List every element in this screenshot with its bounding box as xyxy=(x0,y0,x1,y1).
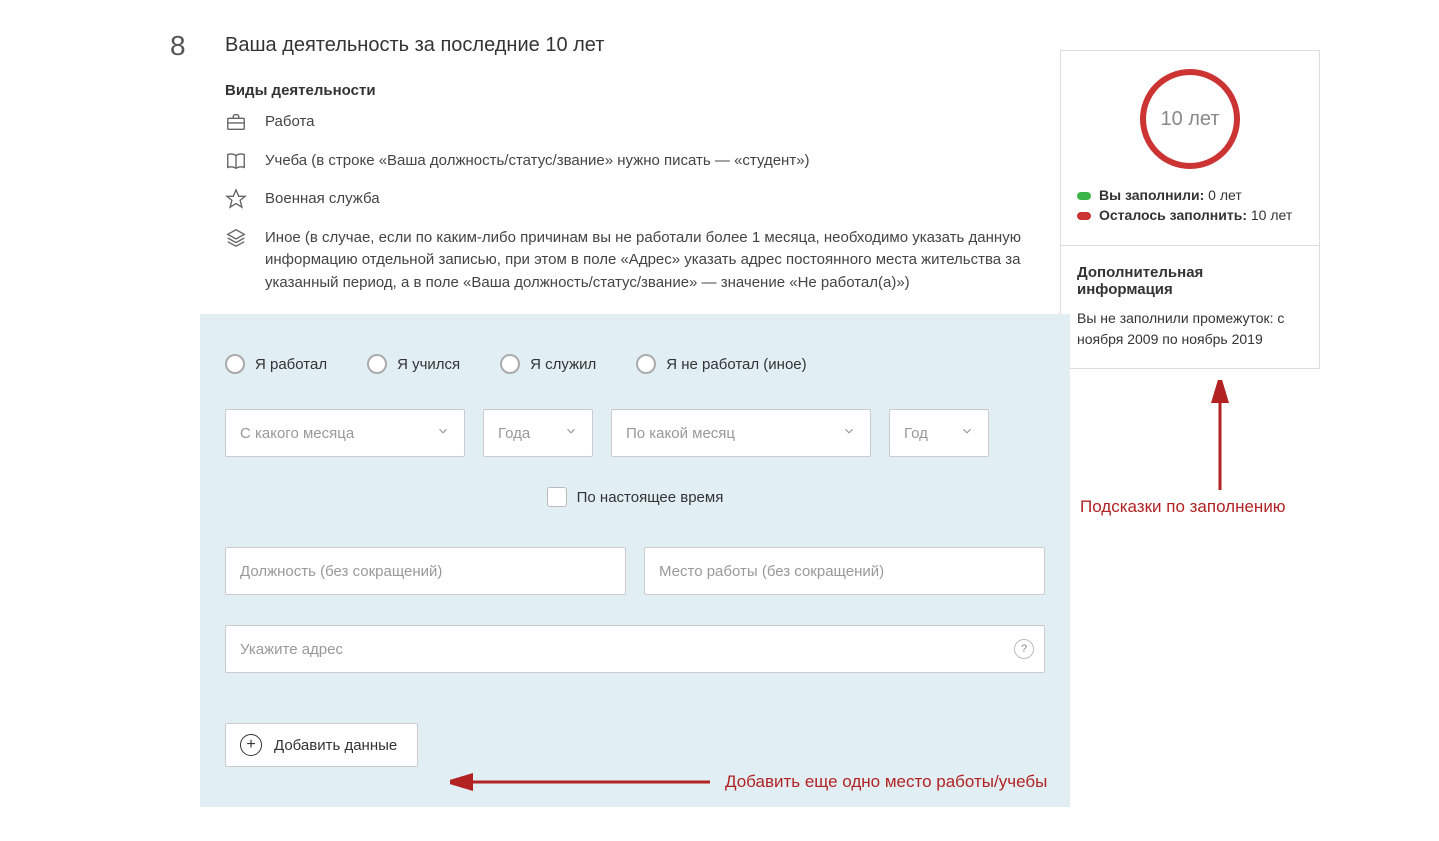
info-card: Дополнительная информация Вы не заполнил… xyxy=(1060,246,1320,369)
type-study: Учеба (в строке «Ваша должность/статус/з… xyxy=(225,150,1040,173)
subtitle: Виды деятельности xyxy=(225,82,1040,99)
filled-stat: Вы заполнили: 0 лет xyxy=(1077,187,1303,203)
section-number: 8 xyxy=(170,30,195,62)
arrow-left-icon xyxy=(450,772,710,792)
position-input[interactable]: Должность (без сокращений) xyxy=(225,547,626,595)
radio-circle-icon xyxy=(500,354,520,374)
remain-label: Осталось заполнить: xyxy=(1099,207,1247,223)
type-other: Иное (в случае, если по каким-либо причи… xyxy=(225,227,1040,295)
info-title: Дополнительная информация xyxy=(1077,264,1303,298)
to-year-select[interactable]: Год xyxy=(889,409,989,457)
add-button[interactable]: + Добавить данные xyxy=(225,723,418,767)
type-other-text: Иное (в случае, если по каким-либо причи… xyxy=(265,227,1040,295)
layers-icon xyxy=(225,227,247,249)
to-year-placeholder: Год xyxy=(904,425,928,442)
type-study-text: Учеба (в строке «Ваша должность/статус/з… xyxy=(265,150,810,173)
dot-green-icon xyxy=(1077,192,1091,200)
arrow-up-icon xyxy=(1210,380,1230,490)
radio-served[interactable]: Я служил xyxy=(500,354,596,374)
from-month-placeholder: С какого месяца xyxy=(240,425,354,442)
radio-served-label: Я служил xyxy=(530,356,596,373)
workplace-placeholder: Место работы (без сокращений) xyxy=(659,563,884,580)
workplace-input[interactable]: Место работы (без сокращений) xyxy=(644,547,1045,595)
star-icon xyxy=(225,188,247,210)
from-year-placeholder: Года xyxy=(498,425,530,442)
from-year-select[interactable]: Года xyxy=(483,409,593,457)
position-placeholder: Должность (без сокращений) xyxy=(240,563,442,580)
radio-studied-label: Я учился xyxy=(397,356,460,373)
date-range-row: С какого месяца Года По какой месяц Год xyxy=(225,409,1045,457)
to-month-select[interactable]: По какой месяц xyxy=(611,409,871,457)
info-text: Вы не заполнили промежуток: с ноября 200… xyxy=(1077,308,1303,350)
type-military-text: Военная служба xyxy=(265,188,380,211)
radio-row: Я работал Я учился Я служил Я не работал… xyxy=(225,354,1045,374)
radio-worked[interactable]: Я работал xyxy=(225,354,327,374)
dot-red-icon xyxy=(1077,212,1091,220)
checkbox-icon xyxy=(547,487,567,507)
type-work-text: Работа xyxy=(265,111,315,134)
address-row: Укажите адрес ? xyxy=(225,625,1045,673)
radio-circle-icon xyxy=(225,354,245,374)
sidebar: 10 лет Вы заполнили: 0 лет Осталось запо… xyxy=(1060,50,1320,807)
chevron-down-icon xyxy=(960,424,974,442)
section-header: 8 Ваша деятельность за последние 10 лет xyxy=(170,30,1040,62)
chevron-down-icon xyxy=(842,424,856,442)
radio-studied[interactable]: Я учился xyxy=(367,354,460,374)
plus-icon: + xyxy=(240,734,262,756)
remain-value: 10 лет xyxy=(1247,207,1292,223)
radio-none-label: Я не работал (иное) xyxy=(666,356,806,373)
remain-stat: Осталось заполнить: 10 лет xyxy=(1077,207,1303,223)
progress-circle: 10 лет xyxy=(1140,69,1240,169)
add-button-label: Добавить данные xyxy=(274,737,397,754)
help-icon[interactable]: ? xyxy=(1014,639,1034,659)
radio-worked-label: Я работал xyxy=(255,356,327,373)
type-work: Работа xyxy=(225,111,1040,134)
to-month-placeholder: По какой месяц xyxy=(626,425,735,442)
address-placeholder: Укажите адрес xyxy=(240,641,343,658)
chevron-down-icon xyxy=(564,424,578,442)
annotation-add-more: Добавить еще одно место работы/учебы xyxy=(725,772,1047,792)
book-icon xyxy=(225,150,247,172)
briefcase-icon xyxy=(225,111,247,133)
filled-value: 0 лет xyxy=(1204,187,1241,203)
chevron-down-icon xyxy=(436,424,450,442)
address-input[interactable]: Укажите адрес ? xyxy=(225,625,1045,673)
type-military: Военная служба xyxy=(225,188,1040,211)
annotation-hints: Подсказки по заполнению xyxy=(1080,497,1286,517)
radio-circle-icon xyxy=(367,354,387,374)
type-list: Работа Учеба (в строке «Ваша должность/с… xyxy=(225,111,1040,294)
radio-circle-icon xyxy=(636,354,656,374)
radio-none[interactable]: Я не работал (иное) xyxy=(636,354,806,374)
present-label: По настоящее время xyxy=(577,489,724,506)
from-month-select[interactable]: С какого месяца xyxy=(225,409,465,457)
progress-card: 10 лет Вы заполнили: 0 лет Осталось запо… xyxy=(1060,50,1320,246)
filled-label: Вы заполнили: xyxy=(1099,187,1204,203)
present-checkbox-row[interactable]: По настоящее время xyxy=(225,487,1045,507)
form-block: Я работал Я учился Я служил Я не работал… xyxy=(200,314,1070,807)
section-title: Ваша деятельность за последние 10 лет xyxy=(225,34,604,57)
position-workplace-row: Должность (без сокращений) Место работы … xyxy=(225,547,1045,595)
